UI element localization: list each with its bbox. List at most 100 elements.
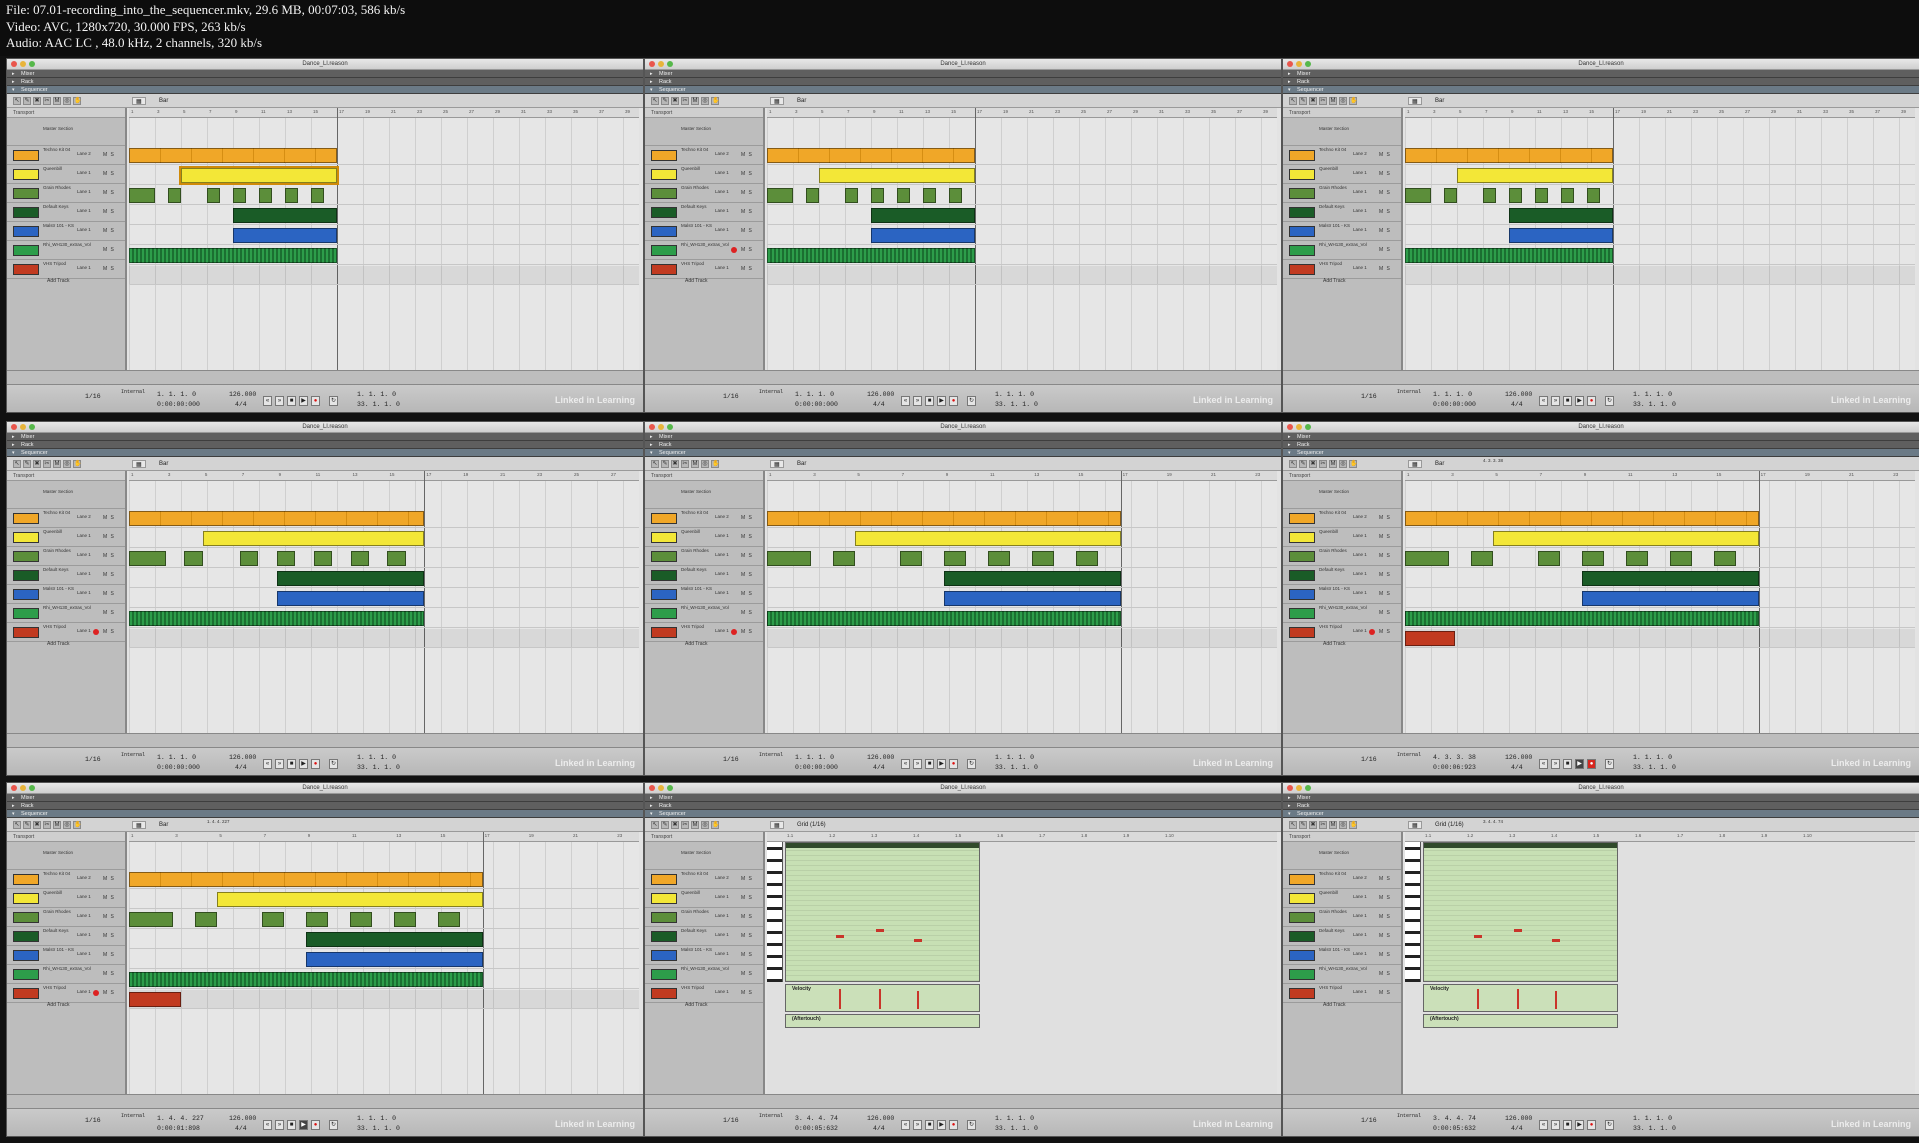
panel-header-sequencer[interactable]: ▾ Sequencer <box>645 449 1281 457</box>
zoom-window-button[interactable] <box>1305 61 1311 67</box>
minimize-window-button[interactable] <box>20 785 26 791</box>
mute-solo-buttons[interactable]: M S <box>103 591 115 597</box>
track-row[interactable]: Malstr 101 - KS Lane 1 M S <box>7 946 125 965</box>
play-button[interactable]: ▶ <box>1575 759 1584 769</box>
note-clip[interactable] <box>438 912 461 927</box>
note-clip[interactable] <box>1405 511 1759 526</box>
stop-button[interactable]: ■ <box>1563 759 1572 769</box>
loop-right-locator[interactable]: 33. 1. 1. 0 <box>357 401 400 408</box>
minimize-window-button[interactable] <box>658 424 664 430</box>
tempo-value[interactable]: 126.000 <box>1505 391 1532 398</box>
mute-tool-icon[interactable]: M <box>53 96 61 105</box>
panel-header-sequencer[interactable]: ▾ Sequencer <box>7 86 643 94</box>
mute-solo-buttons[interactable]: M S <box>103 952 115 958</box>
loop-toggle-button[interactable]: ↻ <box>329 1120 338 1130</box>
snap-toggle-button[interactable]: ▦ <box>1408 821 1422 829</box>
snap-toggle-button[interactable]: ▦ <box>132 460 146 468</box>
minimize-window-button[interactable] <box>1296 424 1302 430</box>
track-row[interactable]: Default Keys Lane 1 M S <box>645 927 763 946</box>
track-row[interactable]: Queenbill Lane 1 M S <box>1283 165 1401 184</box>
track-lane[interactable] <box>129 990 639 1009</box>
minimize-window-button[interactable] <box>20 424 26 430</box>
add-track-button[interactable]: Add Track <box>47 1002 70 1008</box>
record-button[interactable]: ● <box>311 396 320 406</box>
record-button[interactable]: ● <box>311 759 320 769</box>
record-enable-button[interactable] <box>731 629 737 635</box>
time-signature[interactable]: 4/4 <box>1511 764 1523 771</box>
mute-solo-buttons[interactable]: M S <box>741 895 753 901</box>
song-position-bars[interactable]: 1. 1. 1. 0 <box>795 754 834 761</box>
mute-solo-buttons[interactable]: M S <box>1379 190 1391 196</box>
track-row[interactable]: Techno Kit 04 Lane 2 M S <box>7 509 125 528</box>
magnify-tool-icon[interactable]: ◎ <box>1339 459 1347 468</box>
close-window-button[interactable] <box>11 424 17 430</box>
magnify-tool-icon[interactable]: ◎ <box>701 459 709 468</box>
arrangement-view[interactable]: 13579111315171921232527293133353739 <box>1405 471 1915 733</box>
sync-mode[interactable]: Internal <box>121 389 145 396</box>
loop-left-locator[interactable]: 1. 1. 1. 0 <box>357 1115 396 1122</box>
mute-solo-buttons[interactable]: M S <box>741 515 753 521</box>
song-position-time[interactable]: 0:00:06:923 <box>1433 764 1476 771</box>
track-row[interactable]: Techno Kit 04 Lane 2 M S <box>7 146 125 165</box>
eraser-tool-icon[interactable]: ✖ <box>1309 820 1317 829</box>
track-row[interactable]: Rhi_WH130_extras_Vol M S <box>7 965 125 984</box>
note-clip[interactable] <box>943 551 966 566</box>
play-button[interactable]: ▶ <box>937 396 946 406</box>
song-position-time[interactable]: 0:00:05:632 <box>795 1125 838 1132</box>
track-row[interactable]: Default Keys Lane 1 M S <box>7 203 125 222</box>
close-window-button[interactable] <box>1287 61 1293 67</box>
mute-solo-buttons[interactable]: M S <box>1379 515 1391 521</box>
mute-solo-buttons[interactable]: M S <box>103 629 115 635</box>
note-clip[interactable] <box>1405 248 1613 263</box>
track-lane[interactable] <box>1405 206 1915 225</box>
song-position-time[interactable]: 0:00:00:000 <box>1433 401 1476 408</box>
mute-solo-buttons[interactable]: M S <box>103 572 115 578</box>
quantize-value[interactable]: 1/16 <box>723 393 739 400</box>
arrangement-view[interactable]: 13579111315171921232527293133353739 <box>767 471 1277 733</box>
horizontal-scrollbar[interactable] <box>7 733 643 747</box>
mute-solo-buttons[interactable]: M S <box>1379 990 1391 996</box>
fast-forward-button[interactable]: » <box>275 1120 284 1130</box>
play-button[interactable]: ▶ <box>1575 1120 1584 1130</box>
panel-header-sequencer[interactable]: ▾ Sequencer <box>7 449 643 457</box>
mute-solo-buttons[interactable]: M S <box>741 952 753 958</box>
mute-tool-icon[interactable]: M <box>1329 96 1337 105</box>
track-lane[interactable] <box>129 950 639 969</box>
note-clip[interactable] <box>767 148 975 163</box>
track-lane[interactable] <box>1405 609 1915 628</box>
close-window-button[interactable] <box>649 785 655 791</box>
arrow-tool-icon[interactable]: ↖ <box>13 820 21 829</box>
song-position-bars[interactable]: 1. 1. 1. 0 <box>1433 391 1472 398</box>
razor-tool-icon[interactable]: ✂ <box>1319 820 1327 829</box>
mute-solo-buttons[interactable]: M S <box>103 247 115 253</box>
track-lane[interactable] <box>129 166 639 185</box>
tempo-value[interactable]: 126.000 <box>867 1115 894 1122</box>
razor-tool-icon[interactable]: ✂ <box>681 820 689 829</box>
track-row[interactable]: Grain Rhodes Lane 1 M S <box>645 184 763 203</box>
close-window-button[interactable] <box>649 424 655 430</box>
panel-header-mixer[interactable]: ▸ Mixer <box>645 70 1281 78</box>
add-track-button[interactable]: Add Track <box>1323 1002 1346 1008</box>
velocity-bar[interactable] <box>839 989 841 1009</box>
timeline-ruler[interactable]: 13579111315171921232527293133353739 <box>767 471 1277 481</box>
magnify-tool-icon[interactable]: ◎ <box>1339 820 1347 829</box>
time-signature[interactable]: 4/4 <box>235 1125 247 1132</box>
mute-solo-buttons[interactable]: M S <box>103 534 115 540</box>
razor-tool-icon[interactable]: ✂ <box>43 459 51 468</box>
mute-solo-buttons[interactable]: M S <box>1379 895 1391 901</box>
track-row[interactable]: Techno Kit 04 Lane 2 M S <box>1283 146 1401 165</box>
mute-solo-buttons[interactable]: M S <box>741 534 753 540</box>
clip-header-bar[interactable] <box>786 843 979 848</box>
loop-toggle-button[interactable]: ↻ <box>967 759 976 769</box>
track-lane[interactable] <box>129 146 639 165</box>
timeline-ruler[interactable]: 13579111315171921232527293133353739 <box>129 471 639 481</box>
track-row[interactable]: VHS Tripod Lane 1 M S <box>1283 260 1401 279</box>
stop-button[interactable]: ■ <box>925 759 934 769</box>
snap-toggle-button[interactable]: ▦ <box>1408 97 1422 105</box>
track-row[interactable]: Techno Kit 04 Lane 2 M S <box>1283 870 1401 889</box>
note-clip[interactable] <box>1076 551 1099 566</box>
note-clip[interactable] <box>276 551 296 566</box>
note-edit-region[interactable] <box>1423 842 1618 982</box>
note-clip[interactable] <box>767 248 975 263</box>
panel-header-rack[interactable]: ▸ Rack <box>1283 802 1919 810</box>
